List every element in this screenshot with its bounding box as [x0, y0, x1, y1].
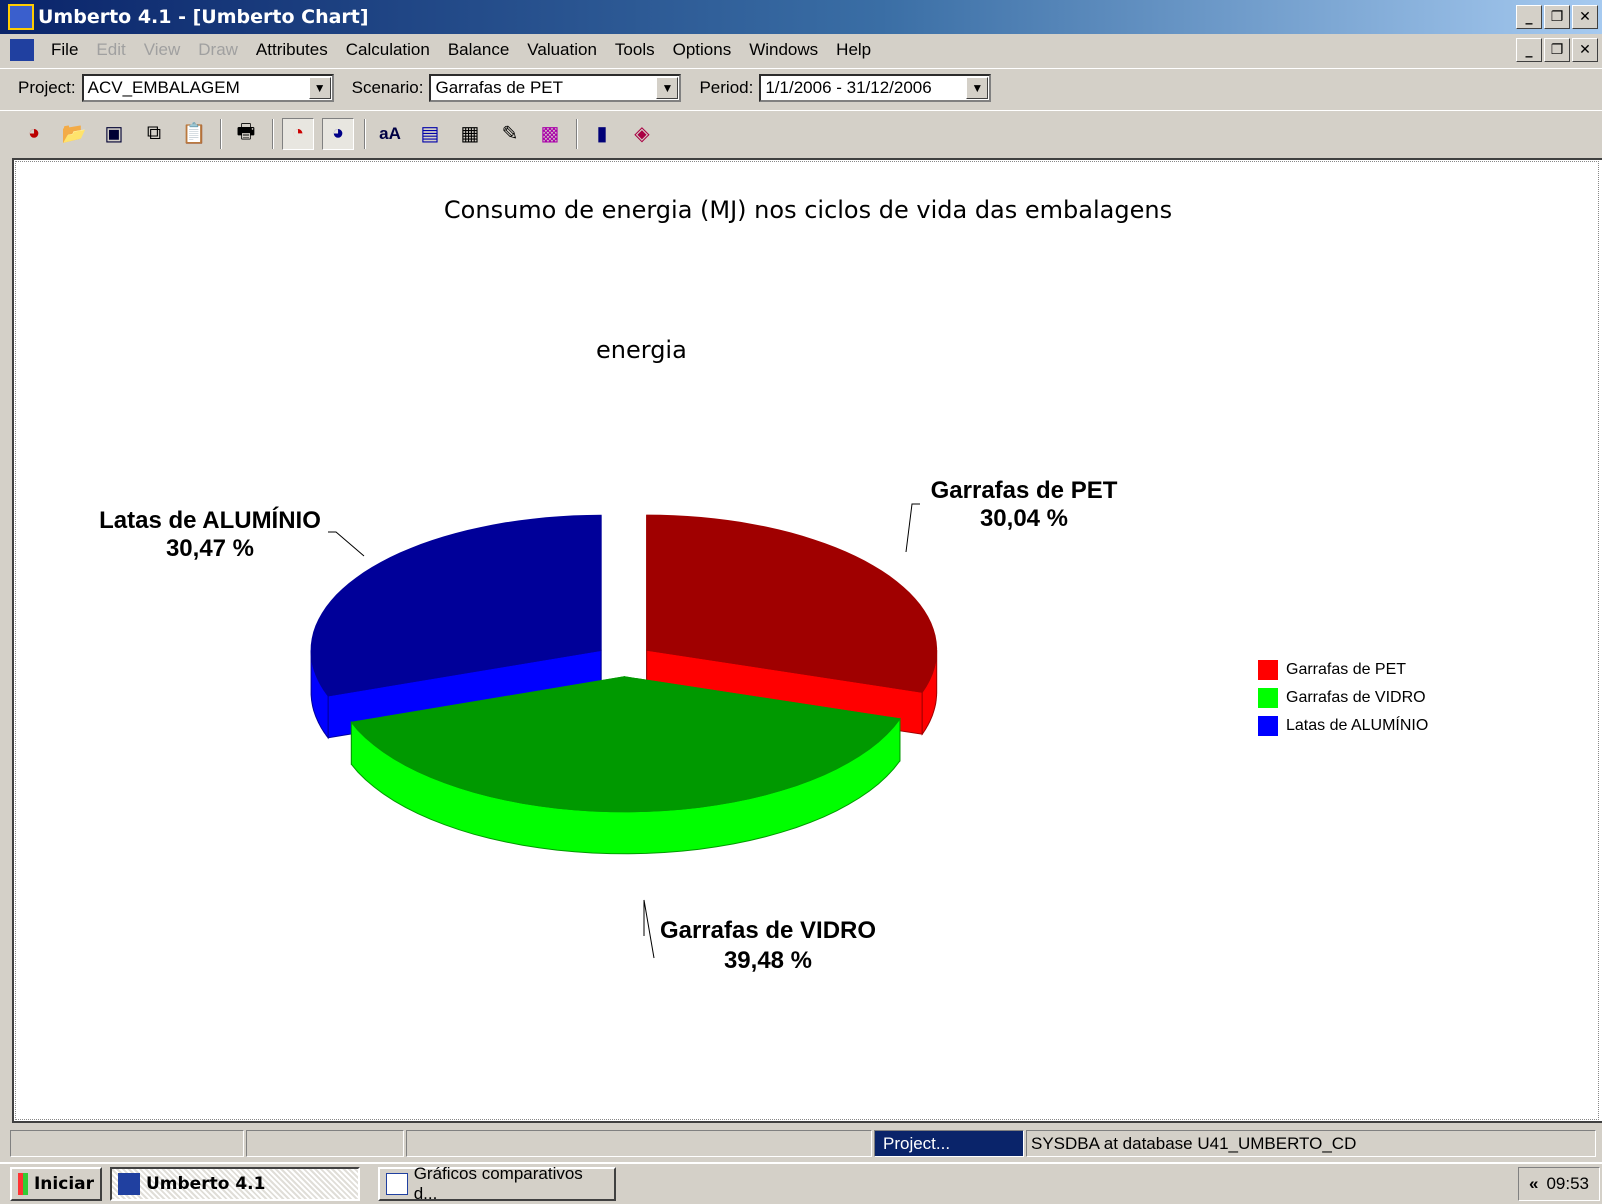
label-leader-line [905, 503, 920, 553]
legend-label: Garrafas de VIDRO [1286, 689, 1426, 706]
menu-tools[interactable]: Tools [606, 40, 664, 60]
slice-label-value: 30,47 % [166, 535, 254, 562]
menu-view[interactable]: View [135, 40, 190, 60]
selector-bar: Project: ACV_EMBALAGEM ▼ Scenario: Garra… [0, 68, 1602, 106]
title-bar[interactable]: Umberto 4.1 - [Umberto Chart] _ ❐ ✕ [0, 0, 1602, 34]
mdi-restore-button[interactable]: ❐ [1544, 38, 1570, 62]
mdi-minimize-button[interactable]: _ [1516, 38, 1542, 62]
status-project-panel[interactable]: Project... [874, 1130, 1024, 1157]
task-label: Gráficos comparativos d... [413, 1163, 583, 1203]
slice-label-name: Latas de ALUMÍNIO [99, 506, 321, 534]
project-dropdown[interactable]: ACV_EMBALAGEM ▼ [81, 73, 334, 102]
slice-label-name: Garrafas de PET [931, 477, 1118, 504]
save-icon[interactable]: ▣ [98, 118, 130, 150]
legend-swatch-pet [1258, 660, 1278, 680]
system-tray: « 09:53 [1518, 1167, 1600, 1201]
legend-swatch-aluminio [1258, 716, 1278, 736]
slice-label-value: 30,04 % [980, 505, 1068, 532]
start-button[interactable]: Iniciar [10, 1166, 102, 1201]
taskbar-item-umberto[interactable]: Umberto 4.1 [110, 1166, 360, 1201]
color-palette-icon[interactable]: ▩ [534, 118, 566, 150]
label-leader-line [643, 899, 655, 959]
document-icon[interactable] [10, 39, 34, 61]
toolbar: ◕ 📂 ▣ ⧉ 📋 🖶 ◔ ◕ aA ▤ ▦ ✎ ▩ ▮ ◈ [0, 110, 1602, 156]
period-label: Period: [699, 77, 754, 97]
chevron-down-icon[interactable]: ▼ [966, 76, 989, 99]
scenario-value: Garrafas de PET [435, 77, 564, 97]
calculator-icon[interactable]: ▮ [586, 118, 618, 150]
status-panel [10, 1130, 244, 1157]
chevron-down-icon[interactable]: ▼ [656, 76, 679, 99]
scenario-dropdown[interactable]: Garrafas de PET ▼ [429, 73, 682, 102]
menu-edit[interactable]: Edit [87, 40, 134, 60]
table-icon[interactable]: ▦ [454, 118, 486, 150]
paste-icon[interactable]: 📋 [178, 118, 210, 150]
start-label: Iniciar [33, 1173, 94, 1194]
help-book-icon[interactable]: ◈ [626, 118, 658, 150]
chart-legend: Garrafas de PET Garrafas de VIDRO Latas … [1258, 656, 1428, 740]
copy-icon[interactable]: ⧉ [138, 118, 170, 150]
project-label: Project: [18, 77, 76, 97]
menu-draw[interactable]: Draw [189, 40, 247, 60]
umberto-app-icon[interactable] [8, 4, 34, 30]
chart-wizard-icon[interactable]: ✎ [494, 118, 526, 150]
close-button[interactable]: ✕ [1572, 5, 1598, 29]
project-value: ACV_EMBALAGEM [87, 77, 240, 97]
period-value: 1/1/2006 - 31/12/2006 [765, 77, 932, 97]
status-panel [406, 1130, 872, 1157]
taskbar-item-word[interactable]: Gráficos comparativos d... [378, 1163, 616, 1203]
legend-item: Garrafas de PET [1258, 656, 1428, 684]
new-chart-icon[interactable]: ◕ [18, 118, 50, 150]
chart-window-icon[interactable]: ▤ [414, 118, 446, 150]
font-size-icon[interactable]: aA [374, 118, 406, 150]
menu-file[interactable]: File [42, 40, 87, 60]
legend-item: Garrafas de VIDRO [1258, 684, 1428, 712]
taskbar: Iniciar Umberto 4.1 Gráficos comparativo… [0, 1162, 1602, 1203]
menu-help[interactable]: Help [827, 40, 880, 60]
menu-calculation[interactable]: Calculation [337, 40, 439, 60]
print-icon[interactable]: 🖶 [230, 118, 262, 150]
menu-attributes[interactable]: Attributes [247, 40, 337, 60]
word-document-icon [386, 1172, 408, 1195]
open-icon[interactable]: 📂 [58, 118, 90, 150]
period-dropdown[interactable]: 1/1/2006 - 31/12/2006 ▼ [759, 73, 992, 102]
label-leader-line [328, 531, 365, 557]
menu-windows[interactable]: Windows [740, 40, 827, 60]
toolbar-separator [220, 118, 222, 149]
text-pie-icon[interactable]: ◕ [322, 117, 354, 150]
tray-expand-icon[interactable]: « [1529, 1174, 1538, 1194]
window-title: Umberto 4.1 - [Umberto Chart] [38, 6, 369, 28]
status-bar: Project... SYSDBA at database U41_UMBERT… [0, 1126, 1602, 1160]
toolbar-separator [364, 118, 366, 149]
windows-logo-icon [18, 1172, 28, 1195]
legend-label: Garrafas de PET [1286, 661, 1407, 678]
restore-button[interactable]: ❐ [1544, 5, 1570, 29]
chevron-down-icon[interactable]: ▼ [308, 76, 331, 99]
menu-options[interactable]: Options [664, 40, 741, 60]
legend-item: Latas de ALUMÍNIO [1258, 712, 1428, 740]
umberto-app-icon [118, 1172, 140, 1195]
slice-label-value: 39,48 % [724, 947, 812, 974]
menu-valuation[interactable]: Valuation [518, 40, 606, 60]
status-panel [246, 1130, 404, 1157]
percent-pie-icon[interactable]: ◔ [282, 117, 314, 150]
legend-swatch-vidro [1258, 688, 1278, 708]
menu-balance[interactable]: Balance [439, 40, 518, 60]
chart-panel[interactable]: Consumo de energia (MJ) nos ciclos de vi… [12, 158, 1602, 1123]
slice-label-name: Garrafas de VIDRO [660, 917, 876, 944]
task-label: Umberto 4.1 [146, 1173, 266, 1194]
menu-bar: File Edit View Draw Attributes Calculati… [0, 34, 1602, 66]
mdi-close-button[interactable]: ✕ [1572, 38, 1598, 62]
status-database-panel: SYSDBA at database U41_UMBERTO_CD [1026, 1130, 1596, 1157]
minimize-button[interactable]: _ [1516, 5, 1542, 29]
scenario-label: Scenario: [351, 77, 424, 97]
pie-chart[interactable]: Garrafas de PET30,04 %Garrafas de VIDRO3… [14, 160, 1602, 1121]
toolbar-separator [576, 118, 578, 149]
toolbar-separator [272, 118, 274, 149]
clock: 09:53 [1546, 1174, 1589, 1193]
legend-label: Latas de ALUMÍNIO [1286, 717, 1429, 734]
